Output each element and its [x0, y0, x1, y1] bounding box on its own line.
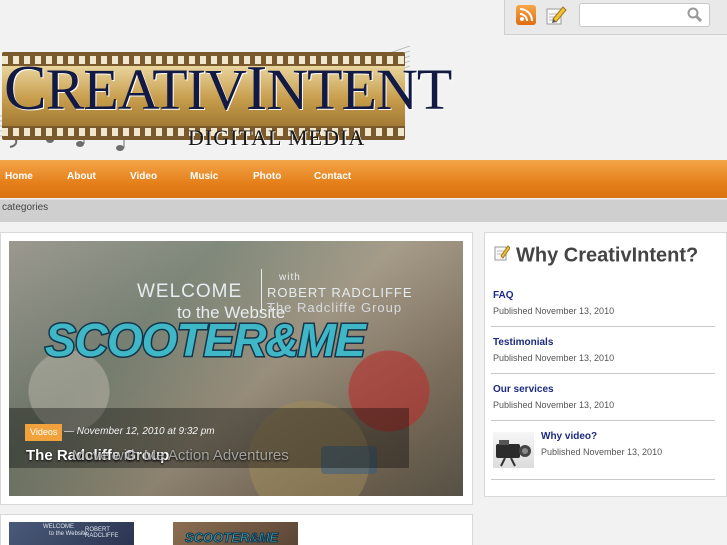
entry-published: Published November 13, 2010: [541, 447, 663, 457]
search-icon[interactable]: [687, 7, 703, 23]
thumbnail-1[interactable]: WELCOME to the Website ROBERT RADCLIFFE: [9, 522, 134, 545]
post-title[interactable]: The Radcliffe Group Move with Me Action …: [26, 447, 289, 464]
sidebar-entry-why-video: Why video? Published November 13, 2010: [541, 431, 711, 457]
sidebar-entry-services: Our services Published November 13, 2010: [493, 384, 715, 410]
banner-with: with: [279, 272, 301, 283]
post-title-overlap: Move with Me Action Adventures: [72, 447, 289, 464]
note-icon: [494, 244, 511, 268]
entry-published: Published November 13, 2010: [493, 306, 615, 316]
sidebar-divider: [491, 326, 715, 327]
site-logo[interactable]: CREATIVINTENT DIGITAL MEDIA: [0, 36, 452, 158]
search-input[interactable]: [584, 5, 688, 27]
nav-home[interactable]: Home: [5, 160, 33, 198]
banner-welcome: WELCOME: [137, 281, 243, 302]
logo-subtitle: DIGITAL MEDIA: [188, 125, 366, 150]
sidebar-divider: [491, 479, 715, 480]
utility-bar: [504, 0, 727, 35]
entry-title[interactable]: FAQ: [493, 290, 715, 301]
banner-name: ROBERT RADCLIFFE: [267, 285, 413, 300]
sidebar-divider: [491, 420, 715, 421]
category-badge[interactable]: Videos: [25, 424, 63, 441]
edit-icon[interactable]: [545, 4, 567, 26]
logo-title: CREATIVINTENT: [4, 52, 452, 123]
categories-bar[interactable]: categories: [0, 199, 727, 222]
categories-label[interactable]: categories: [2, 202, 48, 213]
nav-video[interactable]: Video: [130, 160, 157, 198]
nav-photo[interactable]: Photo: [253, 160, 281, 198]
sidebar-heading: Why CreativIntent?: [494, 244, 698, 268]
entry-published: Published November 13, 2010: [493, 400, 615, 410]
sidebar-divider: [491, 373, 715, 374]
main-nav: Home About Video Music Photo Contact: [0, 160, 727, 198]
show-logo: SCOOTER&ME: [44, 313, 368, 368]
nav-about[interactable]: About: [67, 160, 96, 198]
nav-contact[interactable]: Contact: [314, 160, 351, 198]
sidebar-entry-testimonials: Testimonials Published November 13, 2010: [493, 337, 715, 363]
video-camera-thumbnail[interactable]: [493, 432, 534, 468]
post-date: — November 12, 2010 at 9:32 pm: [64, 426, 215, 437]
entry-published: Published November 13, 2010: [493, 353, 615, 363]
entry-title[interactable]: Testimonials: [493, 337, 715, 348]
entry-title[interactable]: Our services: [493, 384, 715, 395]
sidebar-entry-faq: FAQ Published November 13, 2010: [493, 290, 715, 316]
entry-title[interactable]: Why video?: [541, 431, 711, 442]
nav-music[interactable]: Music: [190, 160, 218, 198]
search-box: [579, 3, 710, 27]
thumbnail-2[interactable]: SCOOTER&ME: [173, 522, 298, 545]
rss-icon[interactable]: [516, 5, 536, 25]
banner-divider: [261, 269, 262, 313]
